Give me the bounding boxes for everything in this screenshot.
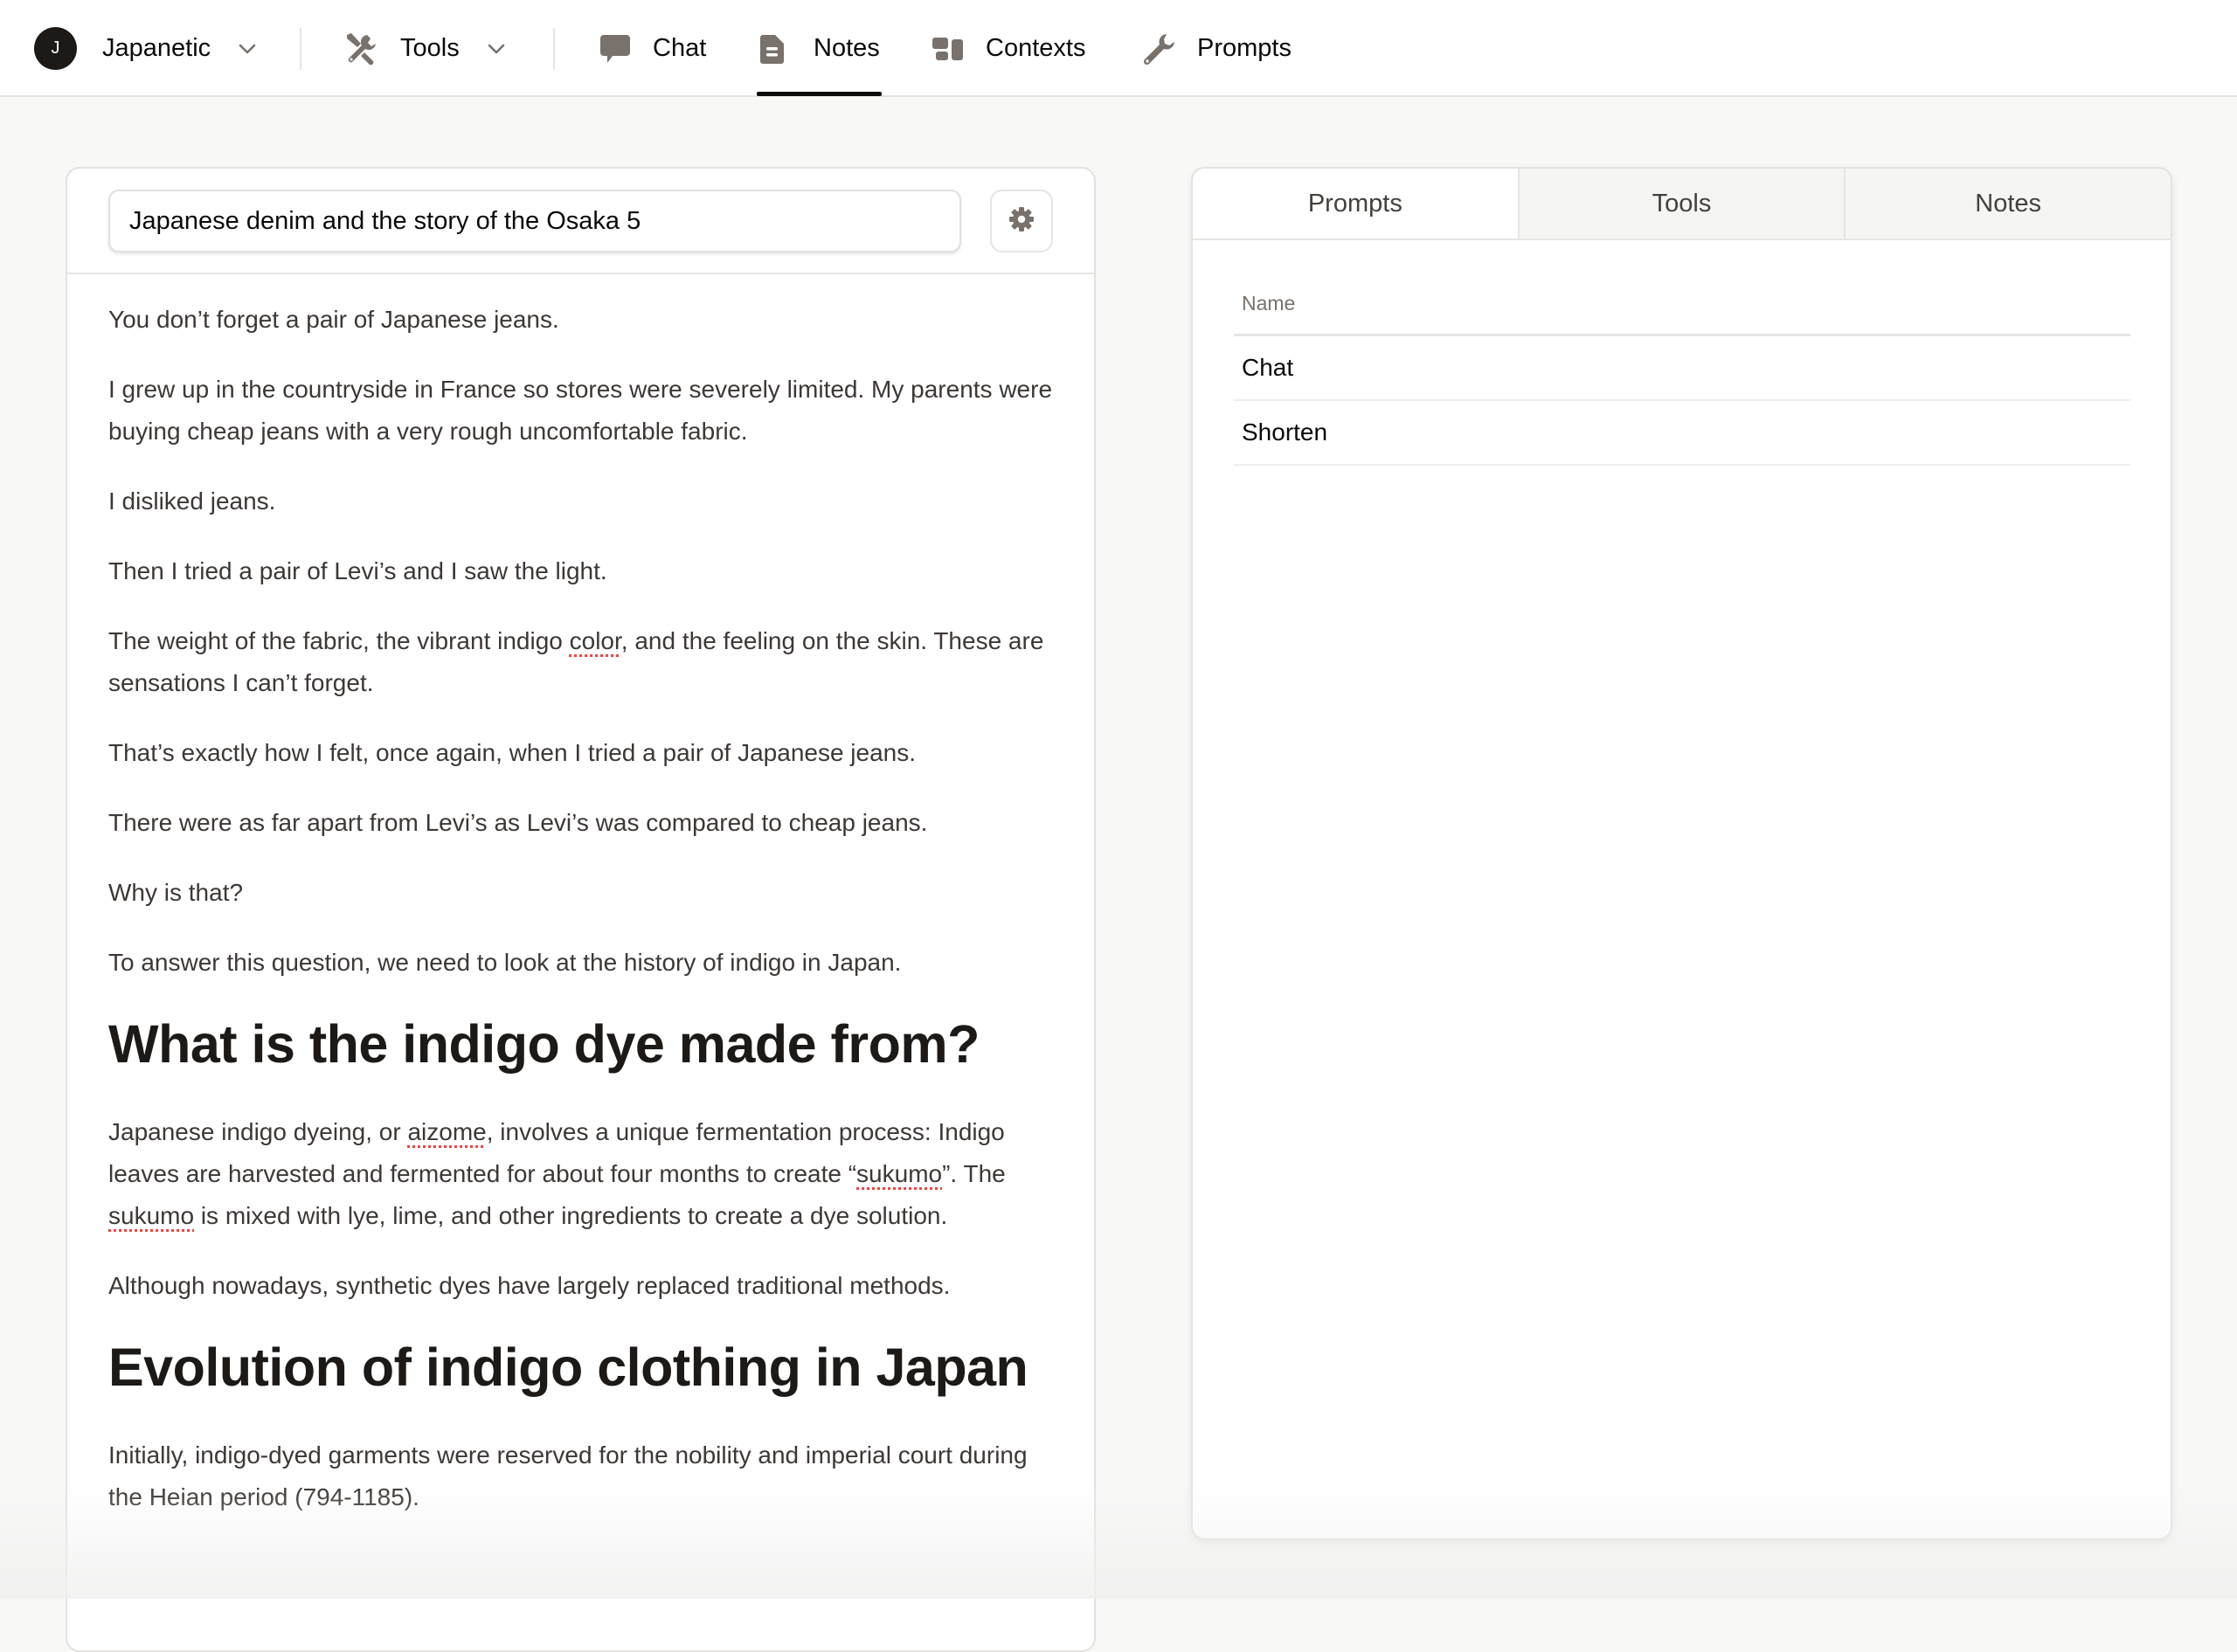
workspace-name: Japanetic bbox=[102, 34, 211, 62]
spellcheck-flagged-word: aizome bbox=[407, 1118, 487, 1145]
side-tab-notes[interactable]: Notes bbox=[1844, 169, 2171, 238]
nav-tab-chat[interactable]: Chat bbox=[599, 0, 706, 97]
content-paragraph: Japanese indigo dyeing, or aizome, invol… bbox=[108, 1111, 1061, 1237]
text-run: Japanese indigo dyeing, or bbox=[108, 1118, 408, 1145]
content-paragraph: Why is that? bbox=[108, 879, 244, 906]
column-header-name[interactable]: Name bbox=[1234, 273, 2130, 336]
content-paragraph: Then I tried a pair of Levi’s and I saw … bbox=[108, 557, 607, 584]
content-paragraph: I grew up in the countryside in France s… bbox=[108, 376, 1053, 445]
top-navigation: J Japanetic Tools Chat Notes Contexts Pr… bbox=[0, 0, 2237, 97]
spellcheck-flagged-word: sukumo bbox=[856, 1160, 943, 1187]
content-paragraph: That’s exactly how I felt, once again, w… bbox=[108, 739, 917, 766]
document-icon bbox=[759, 33, 786, 65]
side-panel-tabs: Prompts Tools Notes bbox=[1193, 169, 2171, 240]
nav-tab-prompts[interactable]: Prompts bbox=[1142, 0, 1292, 97]
chevron-down-icon bbox=[488, 44, 505, 54]
content-paragraph: I disliked jeans. bbox=[108, 487, 276, 515]
content-paragraph: There were as far apart from Levi’s as L… bbox=[108, 809, 928, 836]
workspace-avatar: J bbox=[34, 27, 77, 70]
side-panel: Prompts Tools Notes Name Chat Shorten bbox=[1191, 167, 2172, 1540]
tools-label: Tools bbox=[400, 34, 460, 62]
editor-header bbox=[67, 169, 1094, 274]
content-paragraph: To answer this question, we need to look… bbox=[108, 949, 902, 976]
prompt-row-shorten[interactable]: Shorten bbox=[1234, 401, 2130, 466]
prompts-table: Name Chat Shorten bbox=[1234, 273, 2130, 466]
active-tab-indicator bbox=[757, 92, 882, 96]
prompt-row-chat[interactable]: Chat bbox=[1234, 336, 2130, 401]
chat-bubble-icon bbox=[599, 33, 632, 65]
nav-tab-notes[interactable]: Notes bbox=[759, 0, 880, 97]
text-run: ”. The bbox=[942, 1160, 1006, 1187]
tools-icon bbox=[343, 31, 378, 66]
nav-divider bbox=[300, 28, 301, 70]
note-title-input[interactable] bbox=[108, 190, 961, 252]
contexts-icon bbox=[932, 37, 965, 61]
content-heading: What is the indigo dye made from? bbox=[108, 1014, 980, 1074]
content-paragraph: Although nowadays, synthetic dyes have l… bbox=[108, 1272, 951, 1299]
side-tab-tools[interactable]: Tools bbox=[1517, 169, 1845, 238]
note-editor-panel: You don’t forget a pair of Japanese jean… bbox=[66, 167, 1096, 1652]
gear-icon bbox=[1008, 206, 1035, 237]
spellcheck-flagged-word: color bbox=[569, 627, 621, 654]
text-run: is mixed with lye, lime, and other ingre… bbox=[194, 1202, 948, 1229]
chevron-down-icon bbox=[239, 44, 256, 54]
content-paragraph: The weight of the fabric, the vibrant in… bbox=[108, 620, 1061, 704]
nav-tab-contexts[interactable]: Contexts bbox=[932, 0, 1085, 97]
nav-divider bbox=[553, 28, 555, 70]
wrench-icon bbox=[1142, 32, 1175, 66]
text-run: The weight of the fabric, the vibrant in… bbox=[108, 627, 570, 654]
content-paragraph: You don’t forget a pair of Japanese jean… bbox=[108, 306, 559, 333]
note-content[interactable]: You don’t forget a pair of Japanese jean… bbox=[108, 299, 1061, 1546]
content-paragraph: Initially, indigo-dyed garments were res… bbox=[108, 1441, 1028, 1510]
side-tab-prompts[interactable]: Prompts bbox=[1193, 169, 1518, 238]
note-settings-button[interactable] bbox=[990, 190, 1053, 252]
content-heading: Evolution of indigo clothing in Japan bbox=[108, 1337, 1028, 1397]
spellcheck-flagged-word: sukumo bbox=[108, 1202, 195, 1229]
tools-menu[interactable]: Tools bbox=[343, 0, 505, 97]
workspace-switcher[interactable]: J Japanetic bbox=[34, 0, 256, 97]
